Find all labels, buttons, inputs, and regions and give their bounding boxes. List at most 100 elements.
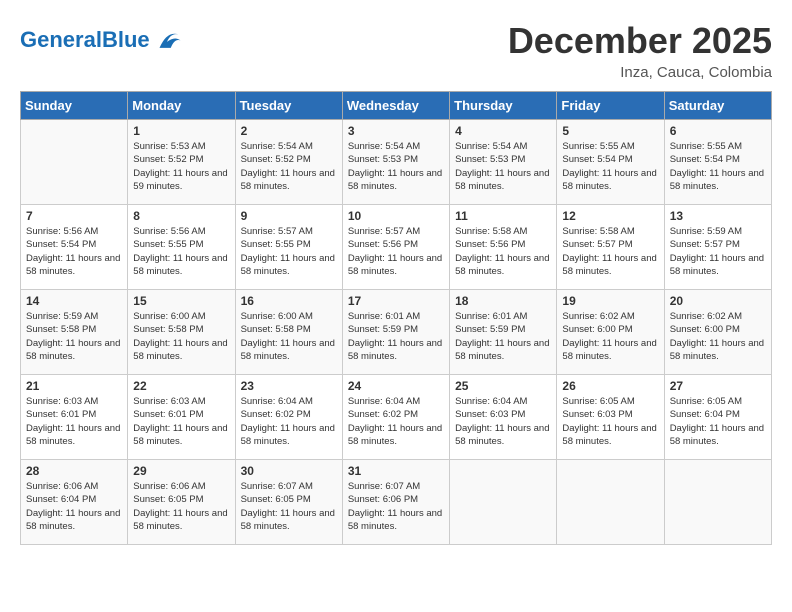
day-info: Sunrise: 6:02 AMSunset: 6:00 PMDaylight:…: [670, 310, 766, 363]
calendar-table: SundayMondayTuesdayWednesdayThursdayFrid…: [20, 91, 772, 545]
calendar-cell: 10Sunrise: 5:57 AMSunset: 5:56 PMDayligh…: [342, 205, 449, 290]
day-number: 23: [241, 379, 337, 393]
day-info: Sunrise: 6:04 AMSunset: 6:03 PMDaylight:…: [455, 395, 551, 448]
calendar-cell: 18 Sunrise: 6:01 AMSunset: 5:59 PMDayligh…: [450, 290, 557, 375]
calendar-cell: 14Sunrise: 5:59 AMSunset: 5:58 PMDayligh…: [21, 290, 128, 375]
day-number: 29: [133, 464, 229, 478]
calendar-cell: 11 Sunrise: 5:58 AMSunset: 5:56 PMDayligh…: [450, 205, 557, 290]
day-number: 26: [562, 379, 658, 393]
day-number: 7: [26, 209, 122, 223]
calendar-body: 1 Sunrise: 5:53 AMSunset: 5:52 PMDaylight…: [21, 120, 772, 545]
day-info: Sunrise: 6:06 AMSunset: 6:05 PMDaylight:…: [133, 480, 229, 533]
calendar-cell: 16Sunrise: 6:00 AMSunset: 5:58 PMDayligh…: [235, 290, 342, 375]
day-number: 16: [241, 294, 337, 308]
day-info: Sunrise: 5:55 AMSunset: 5:54 PMDaylight:…: [670, 140, 766, 193]
day-number: 22: [133, 379, 229, 393]
day-info: Sunrise: 5:54 AMSunset: 5:53 PMDaylight:…: [348, 140, 444, 193]
calendar-cell: 5 Sunrise: 5:55 AMSunset: 5:54 PMDaylight…: [557, 120, 664, 205]
logo-text: GeneralBlue: [20, 29, 150, 51]
day-info: Sunrise: 5:54 AMSunset: 5:52 PMDaylight:…: [241, 140, 337, 193]
day-info: Sunrise: 5:53 AMSunset: 5:52 PMDaylight:…: [133, 140, 229, 193]
logo-icon: [152, 25, 182, 55]
day-info: Sunrise: 6:07 AMSunset: 6:05 PMDaylight:…: [241, 480, 337, 533]
day-of-week-header: Monday: [128, 92, 235, 120]
calendar-cell: 26 Sunrise: 6:05 AMSunset: 6:03 PMDayligh…: [557, 375, 664, 460]
day-info: Sunrise: 5:58 AMSunset: 5:56 PMDaylight:…: [455, 225, 551, 278]
day-number: 21: [26, 379, 122, 393]
calendar-cell: 29 Sunrise: 6:06 AMSunset: 6:05 PMDayligh…: [128, 460, 235, 545]
calendar-week-row: 1 Sunrise: 5:53 AMSunset: 5:52 PMDaylight…: [21, 120, 772, 205]
calendar-subtitle: Inza, Cauca, Colombia: [508, 64, 772, 81]
day-info: Sunrise: 5:56 AMSunset: 5:54 PMDaylight:…: [26, 225, 122, 278]
calendar-cell: 9 Sunrise: 5:57 AMSunset: 5:55 PMDaylight…: [235, 205, 342, 290]
calendar-cell: 22 Sunrise: 6:03 AMSunset: 6:01 PMDayligh…: [128, 375, 235, 460]
calendar-cell: 1 Sunrise: 5:53 AMSunset: 5:52 PMDaylight…: [128, 120, 235, 205]
day-number: 24: [348, 379, 444, 393]
calendar-cell: [557, 460, 664, 545]
day-number: 20: [670, 294, 766, 308]
calendar-cell: [450, 460, 557, 545]
day-number: 9: [241, 209, 337, 223]
day-number: 2: [241, 124, 337, 138]
calendar-cell: 15 Sunrise: 6:00 AMSunset: 5:58 PMDayligh…: [128, 290, 235, 375]
day-number: 27: [670, 379, 766, 393]
day-of-week-header: Sunday: [21, 92, 128, 120]
day-info: Sunrise: 6:01 AMSunset: 5:59 PMDaylight:…: [348, 310, 444, 363]
calendar-week-row: 7 Sunrise: 5:56 AMSunset: 5:54 PMDaylight…: [21, 205, 772, 290]
day-info: Sunrise: 6:05 AMSunset: 6:03 PMDaylight:…: [562, 395, 658, 448]
day-number: 8: [133, 209, 229, 223]
calendar-cell: 13 Sunrise: 5:59 AMSunset: 5:57 PMDayligh…: [664, 205, 771, 290]
day-info: Sunrise: 5:58 AMSunset: 5:57 PMDaylight:…: [562, 225, 658, 278]
calendar-cell: 19Sunrise: 6:02 AMSunset: 6:00 PMDayligh…: [557, 290, 664, 375]
calendar-cell: 27 Sunrise: 6:05 AMSunset: 6:04 PMDayligh…: [664, 375, 771, 460]
day-number: 15: [133, 294, 229, 308]
calendar-cell: 31 Sunrise: 6:07 AMSunset: 6:06 PMDayligh…: [342, 460, 449, 545]
day-number: 4: [455, 124, 551, 138]
day-info: Sunrise: 6:03 AMSunset: 6:01 PMDaylight:…: [133, 395, 229, 448]
day-number: 28: [26, 464, 122, 478]
page-header: GeneralBlue December 2025 Inza, Cauca, C…: [20, 20, 772, 81]
day-of-week-header: Tuesday: [235, 92, 342, 120]
day-number: 25: [455, 379, 551, 393]
day-number: 14: [26, 294, 122, 308]
day-number: 13: [670, 209, 766, 223]
calendar-cell: 6Sunrise: 5:55 AMSunset: 5:54 PMDaylight…: [664, 120, 771, 205]
day-info: Sunrise: 5:59 AMSunset: 5:57 PMDaylight:…: [670, 225, 766, 278]
day-info: Sunrise: 6:04 AMSunset: 6:02 PMDaylight:…: [241, 395, 337, 448]
calendar-cell: [21, 120, 128, 205]
day-number: 11: [455, 209, 551, 223]
day-of-week-header: Thursday: [450, 92, 557, 120]
day-info: Sunrise: 6:01 AMSunset: 5:59 PMDaylight:…: [455, 310, 551, 363]
day-number: 31: [348, 464, 444, 478]
day-info: Sunrise: 6:06 AMSunset: 6:04 PMDaylight:…: [26, 480, 122, 533]
calendar-cell: 28 Sunrise: 6:06 AMSunset: 6:04 PMDayligh…: [21, 460, 128, 545]
day-number: 12: [562, 209, 658, 223]
day-info: Sunrise: 6:00 AMSunset: 5:58 PMDaylight:…: [133, 310, 229, 363]
logo: GeneralBlue: [20, 25, 182, 55]
day-of-week-header: Friday: [557, 92, 664, 120]
calendar-cell: 21 Sunrise: 6:03 AMSunset: 6:01 PMDayligh…: [21, 375, 128, 460]
day-of-week-header: Wednesday: [342, 92, 449, 120]
day-info: Sunrise: 5:55 AMSunset: 5:54 PMDaylight:…: [562, 140, 658, 193]
day-number: 18: [455, 294, 551, 308]
calendar-week-row: 21 Sunrise: 6:03 AMSunset: 6:01 PMDayligh…: [21, 375, 772, 460]
calendar-cell: 2 Sunrise: 5:54 AMSunset: 5:52 PMDaylight…: [235, 120, 342, 205]
calendar-cell: 20 Sunrise: 6:02 AMSunset: 6:00 PMDayligh…: [664, 290, 771, 375]
calendar-cell: 17Sunrise: 6:01 AMSunset: 5:59 PMDayligh…: [342, 290, 449, 375]
calendar-week-row: 28 Sunrise: 6:06 AMSunset: 6:04 PMDayligh…: [21, 460, 772, 545]
calendar-cell: [664, 460, 771, 545]
day-info: Sunrise: 5:57 AMSunset: 5:55 PMDaylight:…: [241, 225, 337, 278]
day-number: 3: [348, 124, 444, 138]
calendar-title: December 2025: [508, 20, 772, 62]
day-info: Sunrise: 6:04 AMSunset: 6:02 PMDaylight:…: [348, 395, 444, 448]
day-of-week-header: Saturday: [664, 92, 771, 120]
day-number: 5: [562, 124, 658, 138]
calendar-cell: 4 Sunrise: 5:54 AMSunset: 5:53 PMDaylight…: [450, 120, 557, 205]
day-info: Sunrise: 6:05 AMSunset: 6:04 PMDaylight:…: [670, 395, 766, 448]
day-info: Sunrise: 6:07 AMSunset: 6:06 PMDaylight:…: [348, 480, 444, 533]
day-info: Sunrise: 5:56 AMSunset: 5:55 PMDaylight:…: [133, 225, 229, 278]
day-number: 1: [133, 124, 229, 138]
day-info: Sunrise: 6:03 AMSunset: 6:01 PMDaylight:…: [26, 395, 122, 448]
day-number: 30: [241, 464, 337, 478]
day-info: Sunrise: 5:54 AMSunset: 5:53 PMDaylight:…: [455, 140, 551, 193]
